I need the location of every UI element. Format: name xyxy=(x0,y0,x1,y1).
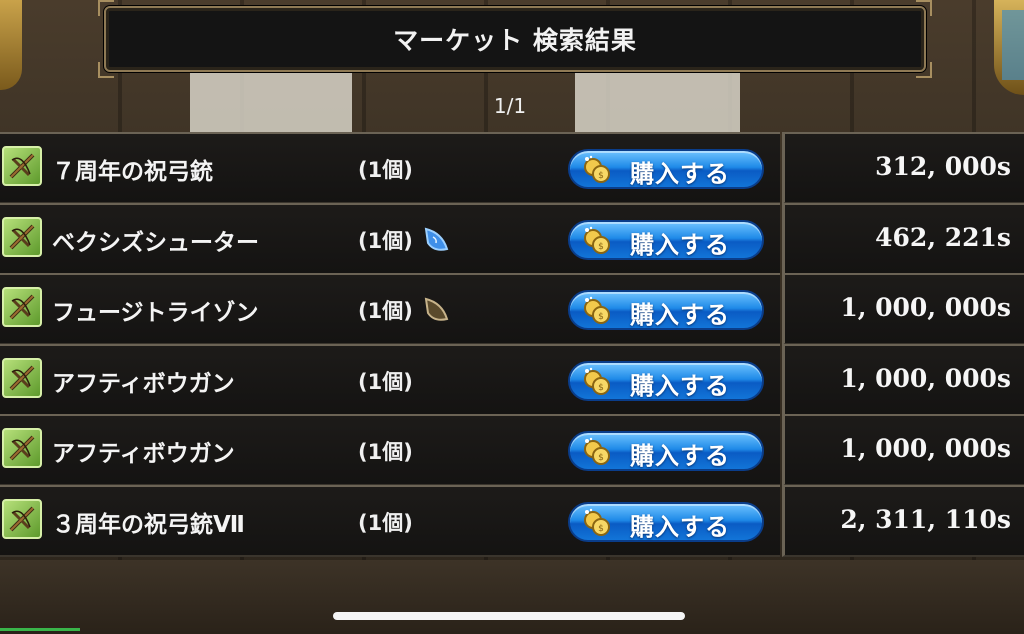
item-quantity: (1個) xyxy=(358,440,413,464)
price-panel: 1, 000, 000s xyxy=(782,414,1024,486)
list-item: アフティボウガン (1個) $ 購入する 1, 000, 000s xyxy=(0,343,1024,416)
item-name: アフティボウガン xyxy=(52,370,235,397)
item-quantity: (1個) xyxy=(358,158,413,182)
price-panel: 312, 000s xyxy=(782,132,1024,204)
item-price: 1, 000, 000s xyxy=(840,434,1011,463)
item-quantity: (1個) xyxy=(358,510,413,535)
crossbow-icon xyxy=(2,216,42,257)
buy-button-label: 購入する xyxy=(630,512,730,541)
buy-button-label: 購入する xyxy=(630,301,730,329)
item-price: 1, 000, 000s xyxy=(840,293,1011,322)
coin-icon: $ xyxy=(582,367,612,397)
buy-button[interactable]: $ 購入する xyxy=(568,360,764,401)
item-price: 2, 311, 110s xyxy=(840,504,1011,534)
buy-button-label: 購入する xyxy=(630,160,730,188)
svg-text:$: $ xyxy=(598,242,604,252)
svg-text:$: $ xyxy=(598,524,604,534)
coin-icon: $ xyxy=(582,296,612,326)
buy-button[interactable]: $ 購入する xyxy=(568,149,764,189)
item-panel: アフティボウガン (1個) $ 購入する xyxy=(0,343,780,416)
decoration xyxy=(1002,10,1024,80)
brown-gem-icon xyxy=(420,295,450,325)
item-name: ７周年の祝弓銃 xyxy=(52,159,213,185)
list-item: ベクシズシューター (1個) $ 購入する 462, 221s xyxy=(0,202,1024,275)
item-panel: アフティボウガン (1個) $ 購入する xyxy=(0,414,780,486)
buy-button[interactable]: $ 購入する xyxy=(568,431,764,471)
item-panel: ベクシズシューター (1個) $ 購入する xyxy=(0,202,780,275)
price-panel: 1, 000, 000s xyxy=(782,273,1024,345)
background-poster xyxy=(575,70,740,136)
frame-corner xyxy=(98,0,114,16)
frame-corner xyxy=(916,62,932,78)
background-shelf xyxy=(0,560,1024,634)
item-name: ベクシズシューター xyxy=(52,229,259,256)
item-price: 312, 000s xyxy=(875,152,1011,181)
price-panel: 1, 000, 000s xyxy=(782,343,1024,416)
list-item: アフティボウガン (1個) $ 購入する 1, 000, 000s xyxy=(0,414,1024,486)
svg-text:$: $ xyxy=(598,171,604,181)
coin-icon: $ xyxy=(582,155,612,185)
crossbow-icon xyxy=(2,498,42,539)
item-price: 462, 221s xyxy=(875,222,1011,252)
price-panel: 462, 221s xyxy=(782,202,1024,275)
list-item: ７周年の祝弓銃 (1個) $ 購入する 312, 000s xyxy=(0,132,1024,204)
svg-text:$: $ xyxy=(598,312,604,322)
crossbow-icon xyxy=(2,146,42,186)
svg-text:$: $ xyxy=(598,453,604,463)
blue-gem-icon xyxy=(420,225,450,255)
coin-icon: $ xyxy=(582,437,612,467)
page-indicator: 1/1 xyxy=(493,94,527,118)
crossbow-icon xyxy=(2,357,42,398)
item-panel: ７周年の祝弓銃 (1個) $ 購入する xyxy=(0,132,780,204)
item-name: フュージトライゾン xyxy=(52,300,259,326)
coin-icon: $ xyxy=(582,508,612,538)
coin-icon: $ xyxy=(582,226,612,256)
buy-button-label: 購入する xyxy=(630,371,730,400)
svg-text:$: $ xyxy=(598,383,604,393)
background-poster xyxy=(190,70,352,136)
crossbow-icon xyxy=(2,287,42,327)
item-quantity: (1個) xyxy=(358,228,413,253)
item-name: アフティボウガン xyxy=(52,441,235,467)
frame-corner xyxy=(98,62,114,78)
title-bar: マーケット 検索結果 xyxy=(98,0,932,78)
buy-button[interactable]: $ 購入する xyxy=(568,290,764,330)
item-quantity: (1個) xyxy=(358,299,413,323)
page-title: マーケット 検索結果 xyxy=(393,26,637,55)
item-quantity: (1個) xyxy=(358,369,413,394)
list-item: フュージトライゾン (1個) $ 購入する 1, 000, 000s xyxy=(0,273,1024,345)
list-item: ３周年の祝弓銃Ⅶ (1個) $ 購入する 2, 311, 110s xyxy=(0,484,1024,557)
progress-bar xyxy=(0,628,80,631)
buy-button[interactable]: $ 購入する xyxy=(568,219,764,260)
buy-button-label: 購入する xyxy=(630,230,730,259)
home-indicator[interactable] xyxy=(333,612,685,620)
buy-button[interactable]: $ 購入する xyxy=(568,501,764,542)
item-panel: ３周年の祝弓銃Ⅶ (1個) $ 購入する xyxy=(0,484,780,557)
price-panel: 2, 311, 110s xyxy=(782,484,1024,557)
item-name: ３周年の祝弓銃Ⅶ xyxy=(52,511,245,538)
item-panel: フュージトライゾン (1個) $ 購入する xyxy=(0,273,780,345)
buy-button-label: 購入する xyxy=(630,442,730,470)
item-price: 1, 000, 000s xyxy=(840,363,1011,393)
crossbow-icon xyxy=(2,428,42,468)
gold-ornament xyxy=(0,0,22,90)
frame-corner xyxy=(916,0,932,16)
